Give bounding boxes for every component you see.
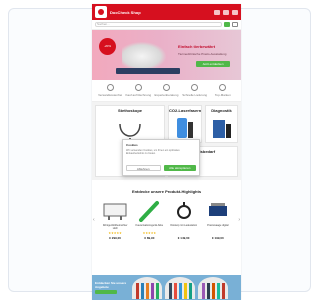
cookie-dialog: Cookies Wir verwenden Cookies, um Ihnen … xyxy=(122,139,200,176)
product-card[interactable]: Kauterisationsgerät Akku ★★★★★ € 89,90 xyxy=(135,199,163,240)
clock-icon xyxy=(191,84,199,91)
cautery-pen-icon xyxy=(139,200,160,222)
usp-item: Kauf auf Rechnung xyxy=(125,84,151,97)
website-preview[interactable]: DocCheck Shop Suchen... -20% Einfach tie… xyxy=(92,4,241,300)
promo-image xyxy=(198,276,228,299)
product-card[interactable]: Röntgenbildbetrachter LED ★★★★★ € 299,00 xyxy=(101,199,129,240)
product-card[interactable]: Praxiswaage digital € 199,00 xyxy=(204,199,232,240)
otoscope-icon xyxy=(176,201,191,219)
search-input[interactable]: Suchen... xyxy=(95,22,222,27)
search-button[interactable] xyxy=(224,22,230,27)
hero-title: Einfach tierbewährt xyxy=(178,44,216,49)
usp-item: Top-Marken xyxy=(210,84,236,97)
brand-name[interactable]: DocCheck Shop xyxy=(110,10,141,15)
promo-image xyxy=(165,276,195,299)
usp-item: Versandkostenfrei xyxy=(97,84,123,97)
hero-cta-button[interactable]: Jetzt entdecken xyxy=(196,61,230,67)
usp-item: Schnelle Lieferung xyxy=(182,84,208,97)
product-image xyxy=(102,199,128,222)
invoice-icon xyxy=(134,84,142,91)
product-card[interactable]: Otoskop mit Ladestation € 149,00 xyxy=(170,199,198,240)
rabbit-image xyxy=(122,42,166,68)
diagnostic-device-icon xyxy=(212,120,231,138)
chevron-right-icon[interactable]: › xyxy=(238,217,240,223)
user-icon xyxy=(162,84,170,91)
logo-icon[interactable] xyxy=(95,6,107,18)
usp-item: Expertenberatung xyxy=(153,84,179,97)
wishlist-icon[interactable] xyxy=(223,9,229,15)
truck-icon xyxy=(106,84,114,91)
account-icon[interactable] xyxy=(214,9,220,15)
promo-copy: Entdecken Sie unsere Angebote xyxy=(95,281,129,294)
section-title: Entdecke unsere Produkt-Highlights xyxy=(131,189,202,194)
cookie-accept-button[interactable]: Alle akzeptieren xyxy=(163,165,196,171)
usp-row: Versandkostenfrei Kauf auf Rechnung Expe… xyxy=(92,80,241,102)
promo-image xyxy=(132,276,162,299)
discount-badge: -20% xyxy=(99,38,116,55)
exam-table-image xyxy=(116,68,180,74)
hero-subtitle: Tiermedizinische Praxis-Ausstattung xyxy=(178,52,227,56)
product-image xyxy=(171,199,197,222)
category-diagnostics[interactable]: Diagnostik xyxy=(205,105,238,143)
star-icon xyxy=(219,84,227,91)
promo-button[interactable] xyxy=(95,290,117,294)
basket-icon[interactable] xyxy=(232,22,238,27)
cookie-reject-button[interactable]: Ablehnen xyxy=(126,165,161,171)
promo-band[interactable]: Entdecken Sie unsere Angebote xyxy=(92,275,241,300)
product-highlights: Entdecke unsere Produkt-Highlights ‹ Rön… xyxy=(92,189,241,240)
cart-header-icon[interactable] xyxy=(232,9,238,15)
category-laser[interactable]: CO2-Laserfasern xyxy=(168,105,202,143)
hero-banner[interactable]: -20% Einfach tierbewährt Tiermedizinisch… xyxy=(92,30,241,80)
product-image xyxy=(136,199,162,222)
xray-viewer-icon xyxy=(103,203,127,220)
product-image xyxy=(205,199,231,222)
chevron-left-icon[interactable]: ‹ xyxy=(93,217,95,223)
header-actions xyxy=(214,9,238,15)
site-header: DocCheck Shop xyxy=(92,4,241,20)
scale-icon xyxy=(208,202,227,216)
search-bar: Suchen... xyxy=(92,20,241,30)
